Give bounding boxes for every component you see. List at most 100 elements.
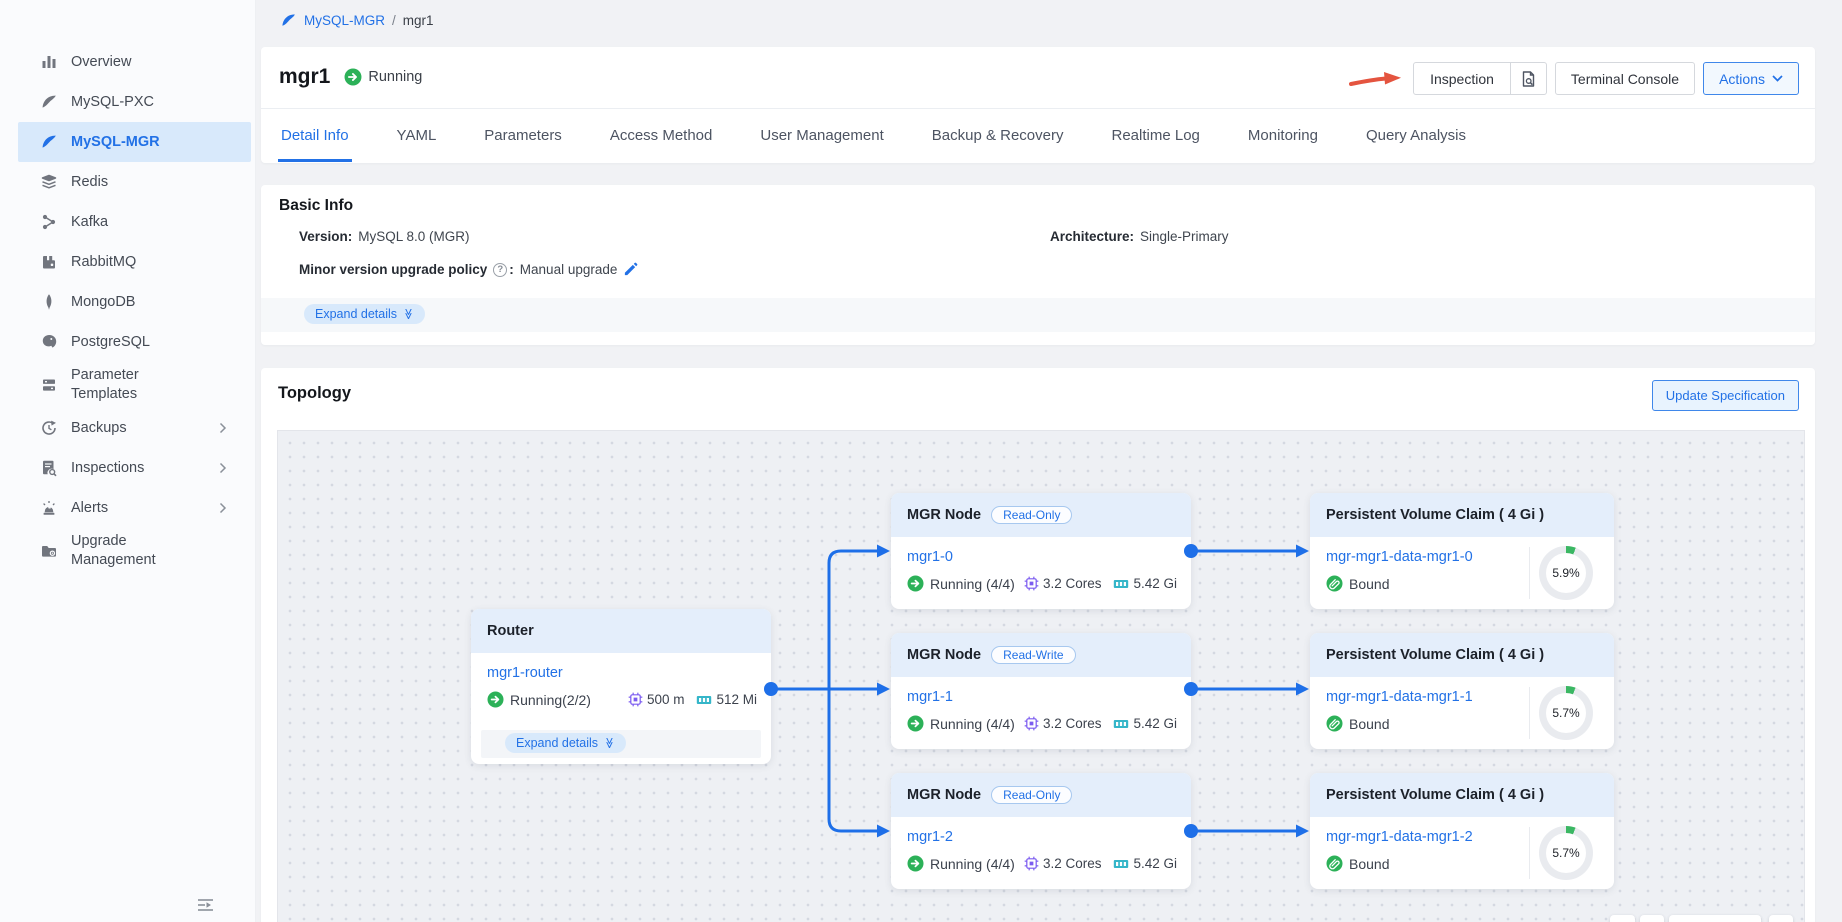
usage-donut: 5.7% (1539, 826, 1593, 880)
sidebar-item-backups[interactable]: Backups (18, 408, 251, 448)
breadcrumb-section-link[interactable]: MySQL-MGR (304, 13, 385, 28)
usage-percent: 5.7% (1552, 846, 1579, 860)
node-status-text: Running (4/4) (930, 576, 1015, 592)
node-memory-value: 5.42 Gi (1133, 576, 1177, 591)
chevron-right-icon (219, 502, 227, 514)
pvc-name-link[interactable]: mgr-mgr1-data-mgr1-0 (1326, 549, 1473, 565)
bound-status-icon (1326, 855, 1343, 872)
upgrade-policy-row: Minor version upgrade policy ? : Manual … (299, 262, 638, 277)
sidebar-item-redis[interactable]: Redis (18, 162, 251, 202)
sidebar-item-rabbitmq[interactable]: RabbitMQ (18, 242, 251, 282)
running-status-icon (344, 68, 362, 86)
tab-monitoring[interactable]: Monitoring (1245, 109, 1321, 162)
sidebar-item-inspections[interactable]: Inspections (18, 448, 251, 488)
sidebar-item-mysql-mgr[interactable]: MySQL-MGR (18, 122, 251, 162)
dolphin-icon (40, 93, 58, 111)
tab-yaml[interactable]: YAML (394, 109, 440, 162)
mgr-node-card-0: MGR NodeRead-Only mgr1-0 Running (4/4) 3… (891, 493, 1191, 609)
architecture-value: Single-Primary (1140, 229, 1229, 244)
leaf-icon (40, 293, 58, 311)
pvc-name-link[interactable]: mgr-mgr1-data-mgr1-1 (1326, 689, 1473, 705)
sidebar-item-upgrade-management[interactable]: Upgrade Management (18, 528, 251, 574)
topology-title: Topology (278, 384, 351, 403)
router-name-link[interactable]: mgr1-router (487, 665, 563, 681)
tab-realtime-log[interactable]: Realtime Log (1109, 109, 1203, 162)
basic-info-title: Basic Info (279, 197, 353, 215)
expand-details-button[interactable]: Expand details ≫ (304, 304, 425, 324)
sidebar-item-label: RabbitMQ (71, 253, 136, 272)
cpu-icon (1024, 856, 1039, 871)
pvc-status-text: Bound (1349, 576, 1389, 592)
node-memory-value: 5.42 Gi (1133, 716, 1177, 731)
tab-parameters[interactable]: Parameters (481, 109, 565, 162)
help-icon[interactable]: ? (493, 263, 507, 277)
topology-canvas: Router mgr1-router Running(2/2) 500 m 51… (277, 430, 1805, 922)
pvc-header-label: Persistent Volume Claim ( 4 Gi ) (1326, 647, 1544, 663)
sidebar-item-postgresql[interactable]: PostgreSQL (18, 322, 251, 362)
router-expand-bar: Expand details ≫ (481, 730, 761, 758)
chevron-right-icon (219, 422, 227, 434)
divider (1529, 827, 1530, 879)
router-cpu-value: 500 m (647, 692, 685, 707)
edit-pencil-icon[interactable] (623, 262, 638, 277)
canvas-zoom-slider[interactable] (1669, 915, 1761, 922)
router-card-header: Router (471, 609, 771, 653)
inspection-button[interactable]: Inspection (1414, 63, 1510, 94)
policy-colon: : (509, 262, 514, 277)
sidebar-item-alerts[interactable]: Alerts (18, 488, 251, 528)
sidebar-item-overview[interactable]: Overview (18, 42, 251, 82)
sidebar-item-parameter-templates[interactable]: Parameter Templates (18, 362, 251, 408)
canvas-zoom-in-button[interactable] (1640, 915, 1664, 922)
node-name-link[interactable]: mgr1-0 (907, 549, 953, 565)
breadcrumb-separator: / (392, 13, 396, 28)
sidebar-item-label: MySQL-MGR (71, 133, 160, 152)
pvc-card-2: Persistent Volume Claim ( 4 Gi ) mgr-mgr… (1310, 773, 1614, 889)
inspection-report-button[interactable] (1510, 63, 1546, 94)
pvc-header-label: Persistent Volume Claim ( 4 Gi ) (1326, 507, 1544, 523)
terminal-console-button[interactable]: Terminal Console (1555, 62, 1695, 95)
breadcrumb: MySQL-MGR / mgr1 (280, 9, 434, 31)
tab-query-analysis[interactable]: Query Analysis (1363, 109, 1469, 162)
node-cpu-value: 3.2 Cores (1043, 856, 1102, 871)
pvc-name-link[interactable]: mgr-mgr1-data-mgr1-2 (1326, 829, 1473, 845)
layers-icon (40, 173, 58, 191)
sidebar-item-label: MongoDB (71, 293, 135, 312)
router-memory-value: 512 Mi (716, 692, 757, 707)
running-status-icon (907, 715, 924, 732)
tab-detail-info[interactable]: Detail Info (278, 109, 352, 162)
canvas-fit-button[interactable] (1769, 915, 1793, 922)
pvc-status-text: Bound (1349, 856, 1389, 872)
sidebar-item-mysql-pxc[interactable]: MySQL-PXC (18, 82, 251, 122)
update-specification-button[interactable]: Update Specification (1652, 380, 1799, 411)
sidebar-item-label: MySQL-PXC (71, 93, 154, 112)
collapse-sidebar-icon[interactable] (196, 896, 216, 914)
tab-backup-recovery[interactable]: Backup & Recovery (929, 109, 1067, 162)
chevron-right-icon (219, 462, 227, 474)
sidebar: Overview MySQL-PXC MySQL-MGR Redis Kafka… (0, 0, 256, 922)
memory-icon (1113, 577, 1129, 591)
memory-icon (1113, 857, 1129, 871)
canvas-zoom-out-button[interactable] (1610, 915, 1635, 922)
pvc-card-0: Persistent Volume Claim ( 4 Gi ) mgr-mgr… (1310, 493, 1614, 609)
node-name-link[interactable]: mgr1-2 (907, 829, 953, 845)
templates-icon (40, 376, 58, 394)
tab-user-management[interactable]: User Management (757, 109, 886, 162)
node-name-link[interactable]: mgr1-1 (907, 689, 953, 705)
version-label: Version: (299, 229, 352, 244)
tab-access-method[interactable]: Access Method (607, 109, 716, 162)
sidebar-item-label: Parameter Templates (71, 366, 203, 404)
router-card: Router mgr1-router Running(2/2) 500 m 51… (471, 609, 771, 764)
usage-percent: 5.9% (1552, 566, 1579, 580)
sidebar-item-label: Alerts (71, 499, 108, 518)
sidebar-item-mongodb[interactable]: MongoDB (18, 282, 251, 322)
node-status-text: Running (4/4) (930, 716, 1015, 732)
version-value: MySQL 8.0 (MGR) (358, 229, 469, 244)
pvc-status-text: Bound (1349, 716, 1389, 732)
actions-button[interactable]: Actions (1703, 62, 1799, 95)
sidebar-item-kafka[interactable]: Kafka (18, 202, 251, 242)
node-memory-value: 5.42 Gi (1133, 856, 1177, 871)
report-icon (1520, 70, 1537, 88)
pvc-header-label: Persistent Volume Claim ( 4 Gi ) (1326, 787, 1544, 803)
router-expand-details-button[interactable]: Expand details ≫ (505, 733, 626, 753)
sidebar-item-label: Redis (71, 173, 108, 192)
